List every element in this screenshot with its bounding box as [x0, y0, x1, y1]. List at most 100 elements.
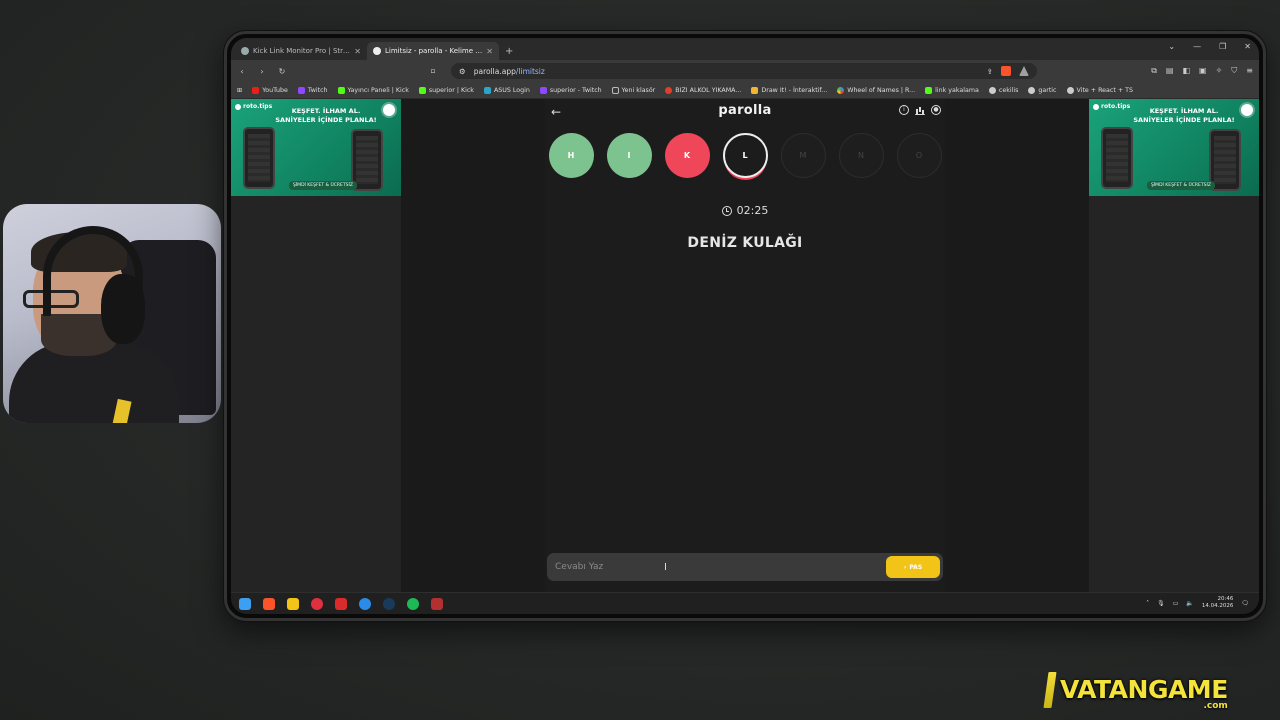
twitch-icon [539, 86, 547, 94]
ad-close-icon[interactable] [1241, 104, 1253, 116]
volume-icon[interactable]: 🔈 [1186, 600, 1193, 607]
app-icon[interactable] [359, 597, 371, 610]
ad-cta-button[interactable]: ŞİMDİ KEŞFET & ÜCRETSİZ [1147, 181, 1215, 190]
bookmark-folder[interactable]: Yeni klasör [611, 86, 655, 94]
tray-chevron-icon[interactable]: ˄ [1146, 600, 1149, 607]
site-info-icon[interactable]: ⚙ [459, 67, 466, 76]
sidebar-icon[interactable]: ◧ [1182, 66, 1190, 76]
play-icon [925, 86, 933, 94]
mic-icon[interactable]: 🎙 [1157, 600, 1165, 607]
bookmark-item[interactable]: ASUS Login [483, 86, 530, 94]
tab-title: Kick Link Monitor Pro | Stream Deck [253, 47, 350, 55]
ad-cta-button[interactable]: ŞİMDİ KEŞFET & ÜCRETSİZ [289, 181, 357, 190]
clock-icon [721, 205, 732, 216]
ad-phone-image [243, 127, 275, 189]
vpn-icon[interactable]: ⛉ [1231, 66, 1237, 76]
tab-close-icon[interactable]: ✕ [486, 47, 493, 56]
bookmark-item[interactable]: Wheel of Names | R... [837, 86, 915, 94]
game-header: ← parolla i ● [545, 103, 945, 119]
restore-icon[interactable]: ❐ [1219, 42, 1226, 51]
menu-icon[interactable]: ≡ [1246, 66, 1253, 76]
roto-logo-icon [235, 103, 241, 110]
bookmark-item[interactable]: link yakalama [925, 86, 979, 94]
file-explorer-icon[interactable] [287, 597, 299, 610]
browser-navbar: ‹ › ↻ ⌑ ⚙ parolla.app/limitsiz ⇪ ⧉ ▤ ◧ ▣… [231, 60, 1259, 82]
bookmark-item[interactable]: YouTube [252, 86, 288, 94]
wallet-icon[interactable]: ▣ [1199, 66, 1207, 76]
brave-shield-icon[interactable] [1001, 66, 1011, 76]
ad-banner-left[interactable]: roto.tips KEŞFET. İLHAM AL. SANİYELER İÇİ… [231, 99, 401, 196]
network-icon[interactable]: ▭ [1173, 600, 1179, 607]
profile-icon[interactable]: ● [931, 105, 941, 115]
browser-tab-parolla[interactable]: Limitsiz - parolla - Kelime oyunu ✕ [367, 42, 499, 60]
brave-rewards-icon[interactable] [1019, 66, 1029, 76]
bookmark-item[interactable]: gartic [1028, 86, 1057, 94]
bookmark-item[interactable]: superior - Twitch [539, 86, 602, 94]
bookmark-item[interactable]: superior | Kick [418, 86, 474, 94]
leo-icon[interactable]: ✧ [1216, 66, 1223, 76]
browser-tabbar: Kick Link Monitor Pro | Stream Deck ✕ Li… [231, 38, 1259, 60]
bookmark-item[interactable]: Twitch [297, 86, 328, 94]
pass-label: PAS [909, 563, 923, 571]
letter-circle-o: O [896, 133, 942, 178]
monitor-frame: Kick Link Monitor Pro | Stream Deck ✕ Li… [224, 31, 1266, 621]
forward-icon[interactable]: › [257, 67, 267, 76]
roto-logo-icon [1093, 103, 1099, 110]
timer: 02:25 [545, 204, 945, 217]
tab-close-icon[interactable]: ✕ [354, 47, 361, 56]
minimize-icon[interactable]: — [1193, 42, 1201, 51]
apps-grid-icon[interactable]: ⊞ [237, 87, 242, 94]
close-window-icon[interactable]: ✕ [1244, 42, 1251, 51]
taskbar-clock[interactable]: 20:46 14.04.2026 [1202, 596, 1234, 610]
steam-icon[interactable] [383, 597, 395, 610]
tab-search-icon[interactable]: ⌄ [1168, 42, 1175, 51]
side-panel-left [231, 196, 401, 592]
globe-icon [241, 47, 249, 55]
bookmark-item[interactable]: cekilis [988, 86, 1018, 94]
bookmark-item[interactable]: Yayıncı Paneli | Kick [337, 86, 409, 94]
info-icon[interactable]: i [899, 105, 909, 115]
extensions-icon[interactable]: ⧉ [1151, 66, 1157, 76]
ad-headline: KEŞFET. İLHAM AL. SANİYELER İÇİNDE PLANLA… [275, 107, 377, 124]
share-icon[interactable]: ⇪ [987, 67, 993, 76]
windows-start-icon[interactable] [239, 597, 251, 610]
bookmark-item[interactable]: BIZI ALKOL YIKAMA... [665, 86, 741, 94]
folder-icon [611, 86, 619, 94]
reader-icon[interactable]: ▤ [1166, 66, 1174, 76]
ad-close-icon[interactable] [383, 104, 395, 116]
spotify-icon[interactable] [407, 597, 419, 610]
address-bar[interactable]: ⌑ ⚙ parolla.app/limitsiz ⇪ [431, 63, 1037, 79]
asus-icon [483, 86, 491, 94]
question-text: DENİZ KULAĞI [687, 235, 803, 251]
app-icon[interactable] [431, 597, 443, 610]
globe-icon [988, 86, 996, 94]
letter-circle-l: L [722, 133, 768, 178]
bookmark-page-icon[interactable]: ⌑ [431, 67, 435, 76]
pass-button[interactable]: › PAS [886, 556, 940, 578]
ad-brand: roto.tips [1093, 103, 1130, 110]
chevron-right-icon: › [903, 563, 907, 571]
answer-input[interactable] [555, 562, 886, 572]
reload-icon[interactable]: ↻ [277, 67, 287, 76]
browser-tab-kick-monitor[interactable]: Kick Link Monitor Pro | Stream Deck ✕ [235, 42, 367, 60]
ad-phone-image [1101, 127, 1133, 189]
app-icon[interactable] [335, 597, 347, 610]
site-icon [665, 86, 673, 94]
text-cursor-icon: I [664, 562, 667, 573]
back-icon[interactable]: ‹ [237, 67, 247, 76]
game-title: parolla [718, 103, 772, 118]
app-icon[interactable] [311, 597, 323, 610]
new-tab-icon[interactable]: + [505, 46, 513, 57]
stats-icon[interactable] [915, 105, 925, 115]
ad-banner-right[interactable]: roto.tips KEŞFET. İLHAM AL. SANİYELER İÇİ… [1089, 99, 1259, 196]
bookmark-item[interactable]: Vite + React + TS [1066, 86, 1133, 94]
drawit-icon [751, 86, 759, 94]
letter-circle-k: K [664, 133, 710, 178]
brave-browser-icon[interactable] [263, 597, 275, 610]
bookmark-item[interactable]: Draw It! - İnteraktif... [751, 86, 827, 94]
wheel-icon [837, 86, 845, 94]
windows-taskbar: ˄ 🎙 ▭ 🔈 20:46 14.04.2026 🗨 [231, 592, 1259, 614]
notification-icon[interactable]: 🗨 [1241, 600, 1249, 607]
page-content: roto.tips KEŞFET. İLHAM AL. SANİYELER İÇİ… [231, 99, 1259, 592]
letter-circle-h: H [548, 133, 594, 178]
